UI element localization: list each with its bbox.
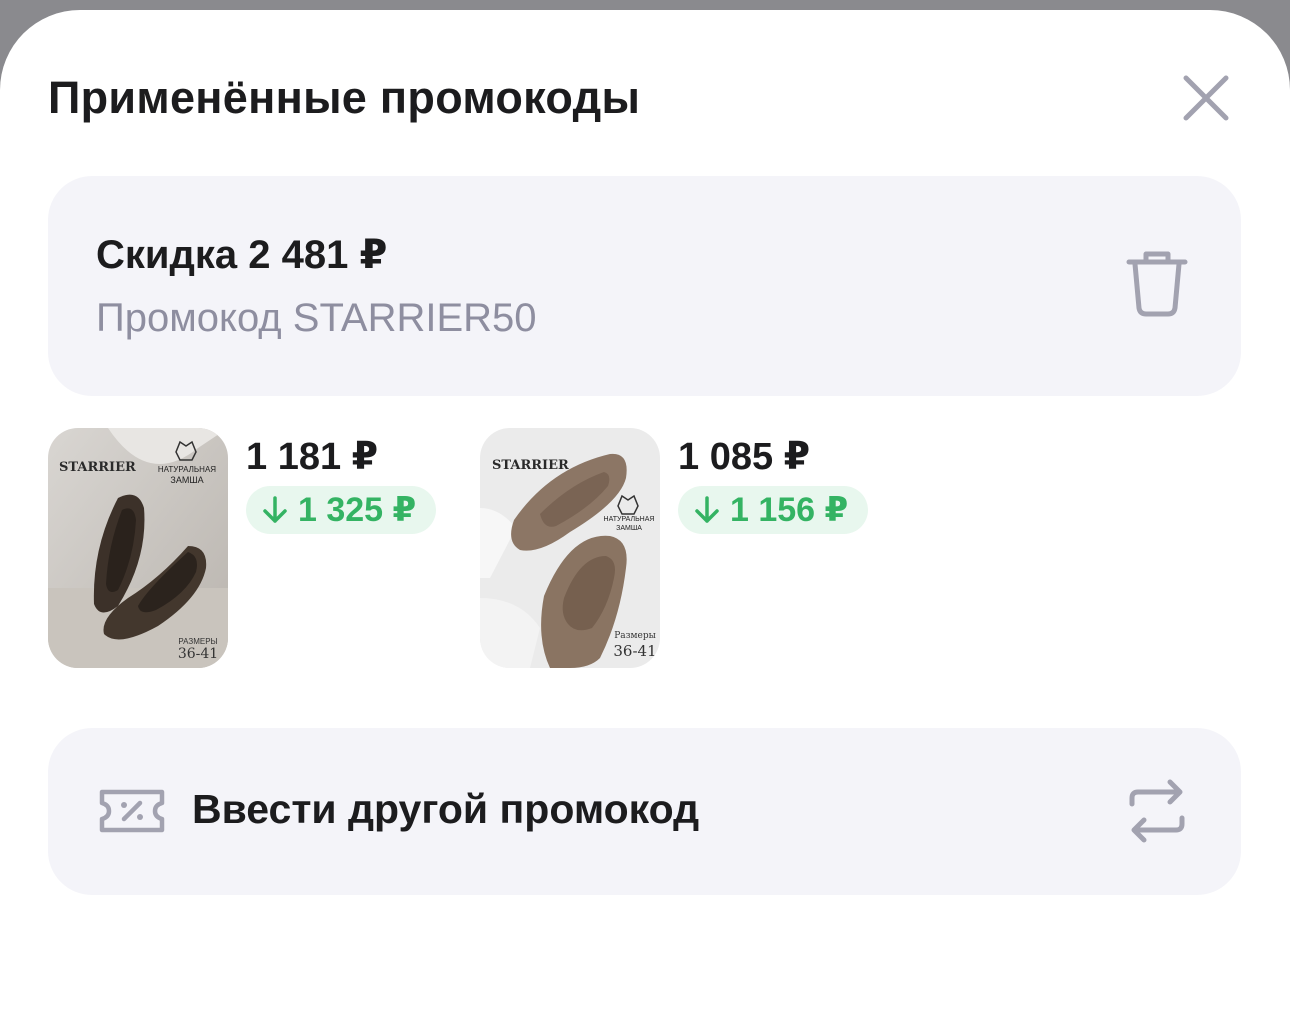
- old-price: 1 325 ₽: [298, 491, 417, 529]
- old-price-badge: 1 325 ₽: [246, 486, 437, 534]
- image-sizes-label: Размеры: [614, 631, 656, 641]
- close-button[interactable]: [1178, 70, 1234, 126]
- promo-ticket-icon: [99, 789, 165, 833]
- product-image[interactable]: STARRIER НАТУРАЛЬНАЯ ЗАМША РАЗМЕРЫ 36-41: [48, 428, 228, 668]
- enter-other-promo-label: Ввести другой промокод: [192, 786, 700, 832]
- product-image[interactable]: STARRIER НАТУРАЛЬНАЯ ЗАМША Размеры 36-41: [480, 428, 660, 668]
- enter-other-promo-button[interactable]: Ввести другой промокод: [48, 728, 1241, 895]
- image-brand-text: STARRIER: [59, 460, 136, 475]
- image-brand-text: STARRIER: [492, 458, 569, 473]
- image-sizes-label: РАЗМЕРЫ: [178, 637, 217, 646]
- product-price: 1 181 ₽: [246, 436, 379, 478]
- image-badge-line1: НАТУРАЛЬНАЯ: [604, 516, 655, 523]
- delete-promo-button[interactable]: [1124, 248, 1190, 320]
- promo-codes-sheet: Применённые промокоды Скидка 2 481 ₽ Про…: [0, 10, 1290, 1024]
- image-sizes: 36-41: [613, 642, 656, 660]
- product-price: 1 085 ₽: [678, 436, 811, 478]
- arrow-down-icon: [263, 496, 287, 523]
- swap-arrows-icon: [1129, 779, 1185, 843]
- image-badge-line1: НАТУРАЛЬНАЯ: [158, 465, 216, 474]
- sheet-title: Применённые промокоды: [48, 72, 641, 123]
- image-badge-line2: ЗАМША: [616, 525, 642, 532]
- promo-code-label: Промокод STARRIER50: [96, 296, 537, 340]
- image-sizes: 36-41: [178, 646, 218, 662]
- applied-promo-card: Скидка 2 481 ₽ Промокод STARRIER50: [48, 176, 1241, 396]
- discount-amount: Скидка 2 481 ₽: [96, 233, 388, 277]
- arrow-down-icon: [695, 496, 719, 523]
- old-price: 1 156 ₽: [730, 491, 849, 529]
- trash-icon: [1126, 251, 1188, 317]
- close-icon: [1183, 75, 1229, 121]
- image-badge-line2: ЗАМША: [170, 475, 203, 485]
- old-price-badge: 1 156 ₽: [678, 486, 869, 534]
